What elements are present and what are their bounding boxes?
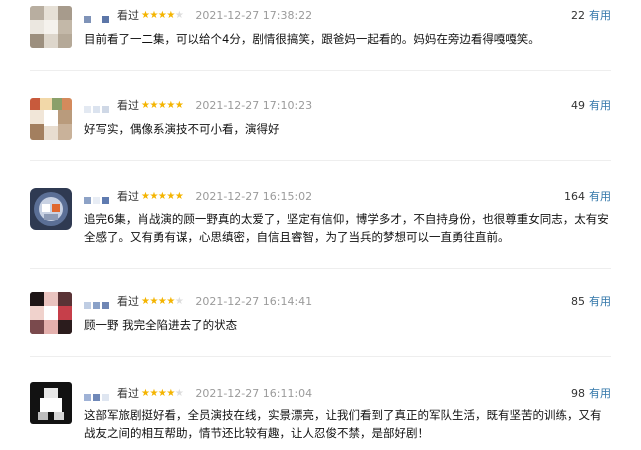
vote-count: 98 [571, 387, 585, 400]
avatar-image [30, 292, 72, 334]
divider [30, 268, 611, 269]
review-content: 追完6集，肖战演的顾一野真的太爱了，坚定有信仰，博学多才，不自持身份，也很尊重女… [84, 212, 609, 244]
review-time: 2021-12-27 16:14:41 [195, 295, 313, 308]
rating-stars: ★★★★★ [141, 100, 184, 111]
vote-area: 85 有用 [571, 293, 611, 311]
useful-button[interactable]: 有用 [589, 190, 611, 203]
review-meta: 看过 ★★★★★ 2021-12-27 17:10:23 49 有用 [84, 97, 611, 115]
username-redacted[interactable] [84, 100, 111, 113]
rating-stars: ★★★★★ [141, 10, 184, 21]
useful-button[interactable]: 有用 [589, 295, 611, 308]
review-content: 这部军旅剧挺好看，全员演技在线，实景漂亮，让我们看到了真正的军队生活，既有坚苦的… [84, 408, 602, 440]
username-redacted[interactable] [84, 388, 111, 401]
review-time: 2021-12-27 16:15:02 [195, 190, 313, 203]
avatar[interactable] [30, 292, 72, 334]
vote-area: 164 有用 [564, 188, 611, 206]
vote-count: 22 [571, 9, 585, 22]
watched-label: 看过 [117, 387, 139, 400]
useful-button[interactable]: 有用 [589, 9, 611, 22]
divider [30, 160, 611, 161]
vote-area: 98 有用 [571, 385, 611, 403]
avatar-image [30, 382, 72, 424]
vote-area: 22 有用 [571, 7, 611, 25]
avatar[interactable] [30, 382, 72, 424]
vote-area: 49 有用 [571, 97, 611, 115]
vote-count: 49 [571, 99, 585, 112]
divider [30, 356, 611, 357]
watched-label: 看过 [117, 190, 139, 203]
avatar-image [30, 98, 72, 140]
watched-label: 看过 [117, 99, 139, 112]
avatar[interactable] [30, 6, 72, 48]
vote-count: 85 [571, 295, 585, 308]
review-time: 2021-12-27 17:38:22 [195, 9, 313, 22]
rating-stars: ★★★★★ [141, 296, 184, 307]
review-time: 2021-12-27 16:11:04 [195, 387, 313, 400]
username-redacted[interactable] [84, 191, 111, 204]
review-time: 2021-12-27 17:10:23 [195, 99, 313, 112]
avatar-image [30, 6, 72, 48]
review-content: 顾一野 我完全陷进去了的状态 [84, 318, 238, 332]
rating-stars: ★★★★★ [141, 388, 184, 399]
avatar-image [30, 188, 72, 230]
vote-count: 164 [564, 190, 585, 203]
rating-stars: ★★★★★ [141, 191, 184, 202]
review-meta: 看过 ★★★★★ 2021-12-27 16:14:41 85 有用 [84, 293, 611, 311]
username-redacted[interactable] [84, 296, 111, 309]
review-content: 好写实，偶像系演技不可小看，演得好 [84, 122, 280, 136]
useful-button[interactable]: 有用 [589, 99, 611, 112]
watched-label: 看过 [117, 9, 139, 22]
review-meta: 看过 ★★★★★ 2021-12-27 17:38:22 22 有用 [84, 7, 611, 25]
useful-button[interactable]: 有用 [589, 387, 611, 400]
username-redacted[interactable] [84, 10, 111, 23]
review-meta: 看过 ★★★★★ 2021-12-27 16:11:04 98 有用 [84, 385, 611, 403]
watched-label: 看过 [117, 295, 139, 308]
avatar[interactable] [30, 98, 72, 140]
avatar[interactable] [30, 188, 72, 230]
divider [30, 70, 611, 71]
review-content: 目前看了一二集，可以给个4分，剧情很搞笑，跟爸妈一起看的。妈妈在旁边看得嘎嘎笑。 [84, 32, 540, 46]
review-meta: 看过 ★★★★★ 2021-12-27 16:15:02 164 有用 [84, 188, 611, 206]
